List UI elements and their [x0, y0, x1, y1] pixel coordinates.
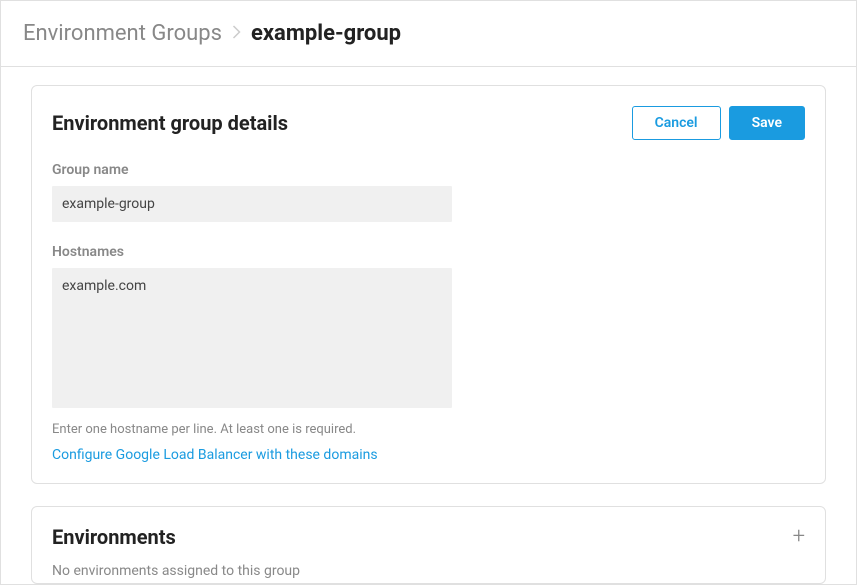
- chevron-right-icon: [232, 23, 241, 44]
- details-title: Environment group details: [52, 111, 288, 135]
- page-header: Environment Groups example-group: [0, 0, 857, 67]
- environments-empty-text: No environments assigned to this group: [52, 563, 805, 583]
- hostnames-field: Hostnames example.com Enter one hostname…: [52, 244, 805, 463]
- group-name-input[interactable]: [52, 186, 452, 222]
- plus-icon: +: [793, 524, 805, 549]
- configure-glb-link[interactable]: Configure Google Load Balancer with thes…: [52, 447, 805, 463]
- hostnames-input[interactable]: example.com: [52, 268, 452, 408]
- group-name-field: Group name: [52, 162, 805, 222]
- breadcrumb-current: example-group: [251, 21, 401, 46]
- hostnames-helper: Enter one hostname per line. At least on…: [52, 422, 805, 437]
- add-environment-button[interactable]: +: [793, 526, 805, 548]
- content-area: Environment group details Cancel Save Gr…: [0, 67, 857, 585]
- action-buttons: Cancel Save: [632, 106, 805, 140]
- environments-header: Environments +: [52, 525, 805, 549]
- hostnames-label: Hostnames: [52, 244, 805, 260]
- environments-card: Environments + No environments assigned …: [31, 506, 826, 584]
- details-card-header: Environment group details Cancel Save: [52, 106, 805, 140]
- cancel-button[interactable]: Cancel: [632, 106, 721, 140]
- save-button[interactable]: Save: [729, 106, 805, 140]
- details-card: Environment group details Cancel Save Gr…: [31, 85, 826, 484]
- environments-title: Environments: [52, 525, 176, 549]
- breadcrumb-parent-link[interactable]: Environment Groups: [23, 21, 222, 46]
- breadcrumb: Environment Groups example-group: [23, 21, 834, 46]
- group-name-label: Group name: [52, 162, 805, 178]
